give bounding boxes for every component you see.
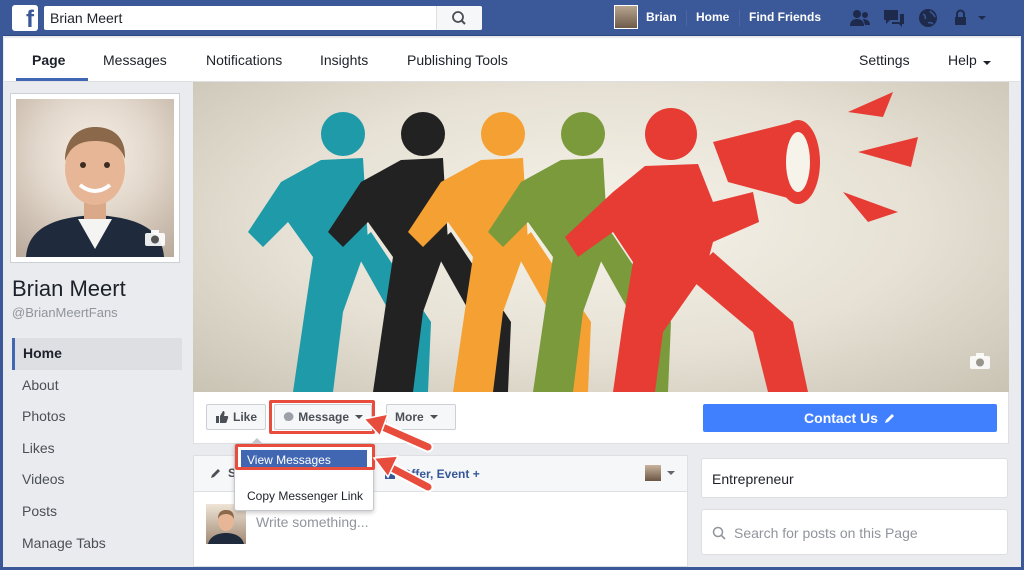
- arrow-icon: [372, 455, 434, 493]
- annotation-arrows: [362, 412, 434, 493]
- arrow-icon: [362, 412, 434, 453]
